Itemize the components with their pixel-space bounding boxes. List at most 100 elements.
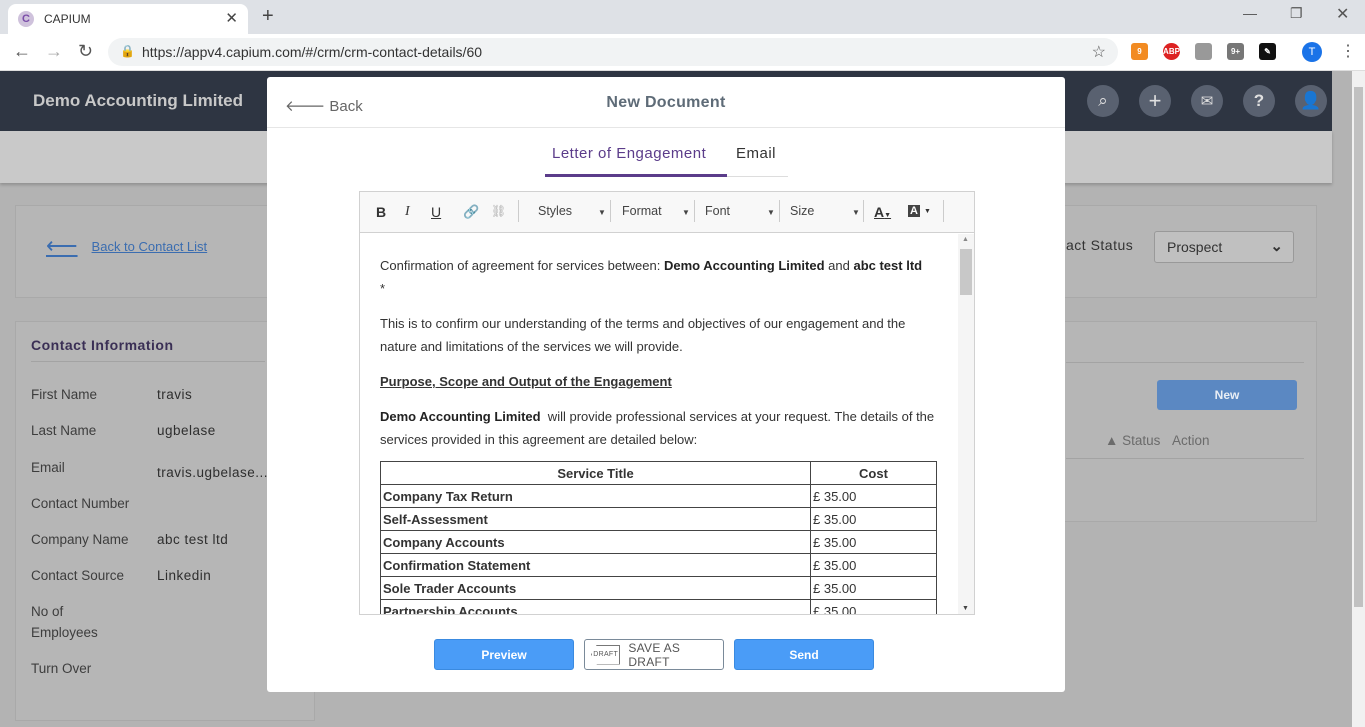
rich-text-editor: B I U 🔗 ⛓ Styles ▼ Format ▼ Font ▼ Size ▼ A▼… xyxy=(359,191,975,615)
editor-content[interactable]: Confirmation of agreement for services b… xyxy=(360,234,958,614)
cost-header: Cost xyxy=(810,461,937,485)
caret-down-icon: ▼ xyxy=(767,208,775,217)
turn-over-label: Turn Over xyxy=(31,661,92,676)
browser-tab[interactable]: C CAPIUM ✕ xyxy=(8,4,248,34)
tab-email[interactable]: Email xyxy=(736,145,776,162)
new-tab-icon[interactable]: + xyxy=(262,5,274,28)
add-icon[interactable]: + xyxy=(1139,85,1171,117)
editor-toolbar: B I U 🔗 ⛓ Styles ▼ Format ▼ Font ▼ Size ▼ A▼… xyxy=(360,192,974,233)
cost-cell: £ 35.00 xyxy=(810,553,937,577)
address-bar[interactable]: 🔒 https://appv4.capium.com/#/crm/crm-con… xyxy=(108,38,1118,66)
adblock-icon[interactable]: ABP xyxy=(1163,43,1180,60)
text-color-icon[interactable]: A▼ xyxy=(874,204,891,220)
browser-toolbar: ← → ↻ 🔒 https://appv4.capium.com/#/crm/c… xyxy=(0,34,1365,71)
table-row: Sole Trader Accounts £ 35.00 xyxy=(380,576,937,600)
services-table: Service Title Cost Company Tax Return £ 3… xyxy=(380,461,937,614)
no-of-employees-label-line2: Employees xyxy=(31,625,98,640)
minimize-icon[interactable]: — xyxy=(1243,5,1257,21)
contact-source-label: Contact Source xyxy=(31,568,125,583)
table-row: Self-Assessment £ 35.00 xyxy=(380,507,937,531)
scroll-down-icon[interactable]: ▼ xyxy=(962,605,969,612)
toolbar-separator xyxy=(863,200,864,222)
close-tab-icon[interactable]: ✕ xyxy=(225,9,238,27)
send-button[interactable]: Send xyxy=(734,639,874,670)
size-dropdown[interactable]: Size ▼ xyxy=(790,204,860,218)
extension-icon[interactable]: 9+ xyxy=(1227,43,1244,60)
back-arrow-icon[interactable]: ← xyxy=(13,41,31,62)
preview-button[interactable]: Preview xyxy=(434,639,574,670)
capium-favicon-icon: C xyxy=(18,11,34,27)
extension-icon[interactable]: 9 xyxy=(1131,43,1148,60)
tab-letter-of-engagement[interactable]: Letter of Engagement xyxy=(552,145,706,162)
back-to-contact-list-link[interactable]: ⟵ Back to Contact List xyxy=(46,233,207,259)
help-icon[interactable]: ? xyxy=(1243,85,1275,117)
service-title-cell: Self-Assessment xyxy=(380,507,811,531)
contact-status-select[interactable]: Prospect ⌄ xyxy=(1154,231,1294,263)
toolbar-separator xyxy=(518,200,519,222)
left-arrow-icon: ⟵ xyxy=(46,233,78,258)
caret-down-icon: ▼ xyxy=(682,208,690,217)
no-of-employees-label: No of xyxy=(31,604,64,619)
scroll-up-icon[interactable]: ▲ xyxy=(962,236,969,243)
agreement-intro: Confirmation of agreement for services b… xyxy=(380,258,923,296)
pen-extension-icon[interactable]: ✎ xyxy=(1259,43,1276,60)
company-name-value: abc test ltd xyxy=(157,532,229,547)
service-title-cell: Confirmation Statement xyxy=(380,553,811,577)
format-dropdown[interactable]: Format ▼ xyxy=(622,204,690,218)
first-name-label: First Name xyxy=(31,387,98,402)
unlink-icon[interactable]: ⛓ xyxy=(491,204,506,218)
brand-name: Demo Accounting Limited xyxy=(33,91,243,110)
draft-tag-icon: DRAFT xyxy=(591,644,621,665)
divider xyxy=(31,361,265,362)
email-value: travis.ugbelase... xyxy=(157,465,269,480)
bookmark-star-icon[interactable]: ☆ xyxy=(1092,42,1106,62)
styles-dropdown[interactable]: Styles ▼ xyxy=(538,204,606,218)
reload-icon[interactable]: ↻ xyxy=(78,41,93,62)
table-row: Confirmation Statement £ 35.00 xyxy=(380,553,937,577)
table-row: Company Accounts £ 35.00 xyxy=(380,530,937,554)
service-title-cell: Partnership Accounts xyxy=(380,599,811,614)
background-color-icon[interactable]: A xyxy=(908,205,920,217)
modal-header: 🡐 Back New Document xyxy=(267,77,1065,128)
save-as-draft-button[interactable]: DRAFT SAVE AS DRAFT xyxy=(584,639,724,670)
new-document-button[interactable]: New xyxy=(1157,380,1297,410)
user-icon[interactable]: 👤 xyxy=(1295,85,1327,117)
page-scrollbar[interactable] xyxy=(1352,71,1365,727)
mail-icon[interactable]: ✉ xyxy=(1191,85,1223,117)
forward-arrow-icon[interactable]: → xyxy=(45,41,63,62)
profile-avatar[interactable]: T xyxy=(1302,42,1322,62)
toolbar-separator xyxy=(779,200,780,222)
table-row: Partnership Accounts £ 35.00 xyxy=(380,599,937,614)
url-text: https://appv4.capium.com/#/crm/crm-conta… xyxy=(142,44,483,60)
search-icon[interactable]: ⌕ xyxy=(1087,85,1119,117)
cost-cell: £ 35.00 xyxy=(810,599,937,614)
extension-icon[interactable] xyxy=(1195,43,1212,60)
service-title-cell: Sole Trader Accounts xyxy=(380,576,811,600)
table-row: Company Tax Return £ 35.00 xyxy=(380,484,937,508)
editor-scrollbar[interactable]: ▲ ▼ xyxy=(958,234,974,614)
service-title-header: Service Title xyxy=(380,461,811,485)
link-icon[interactable]: 🔗 xyxy=(463,204,479,220)
agreement-paragraph: This is to confirm our understanding of … xyxy=(380,316,906,354)
font-dropdown[interactable]: Font ▼ xyxy=(705,204,775,218)
cost-cell: £ 35.00 xyxy=(810,530,937,554)
underline-icon[interactable]: U xyxy=(431,204,441,220)
browser-menu-icon[interactable]: ⋮ xyxy=(1340,41,1356,61)
documents-card xyxy=(1060,321,1317,522)
cost-cell: £ 35.00 xyxy=(810,484,937,508)
italic-icon[interactable]: I xyxy=(405,204,410,220)
caret-down-icon[interactable]: ▼ xyxy=(924,208,931,215)
last-name-value: ugbelase xyxy=(157,423,216,438)
section-heading: Purpose, Scope and Output of the Engagem… xyxy=(380,374,672,389)
caret-down-icon: ▼ xyxy=(598,208,606,217)
status-column-header[interactable]: ▲ Status xyxy=(1105,433,1160,448)
editor-scrollbar-thumb[interactable] xyxy=(960,249,972,295)
scrollbar-thumb[interactable] xyxy=(1354,87,1363,607)
divider xyxy=(1066,458,1304,459)
restore-icon[interactable]: ❐ xyxy=(1290,5,1303,22)
company-name-label: Company Name xyxy=(31,532,129,547)
contact-source-value: Linkedin xyxy=(157,568,212,583)
bold-icon[interactable]: B xyxy=(376,204,386,220)
new-document-modal: 🡐 Back New Document Letter of Engagement… xyxy=(267,77,1065,692)
close-window-icon[interactable]: ✕ xyxy=(1336,4,1349,24)
